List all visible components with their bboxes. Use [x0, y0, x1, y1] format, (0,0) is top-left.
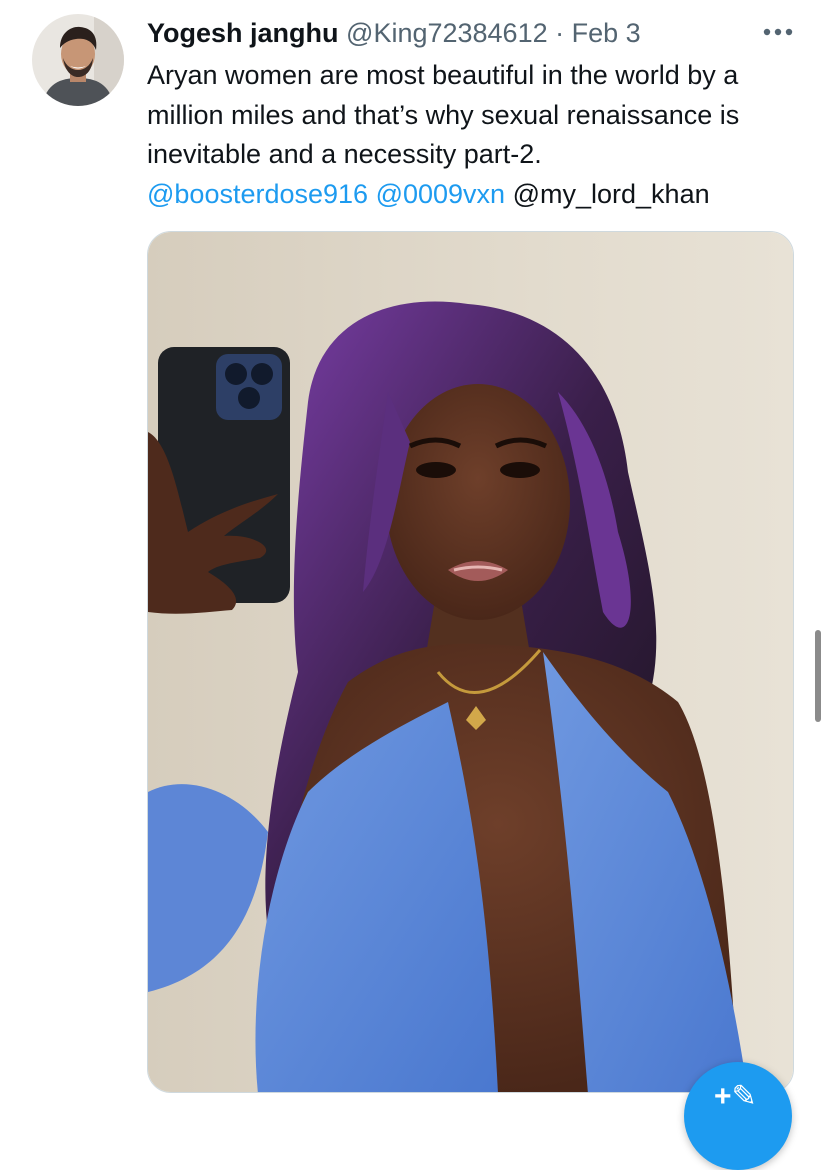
mention-link[interactable]: @my_lord_khan: [513, 179, 710, 209]
tweet-date[interactable]: Feb 3: [572, 18, 641, 48]
scrollbar-thumb[interactable]: [815, 630, 821, 722]
tweet-text-line: Aryan women are most beautiful in the wo…: [147, 60, 739, 90]
mention-link[interactable]: @0009vxn: [376, 179, 506, 209]
author-handle[interactable]: @King72384612: [346, 18, 548, 48]
author-avatar[interactable]: [32, 14, 124, 106]
tweet-header: Yogesh janghu @King72384612 · Feb 3: [147, 14, 708, 54]
more-options-button[interactable]: [758, 16, 798, 48]
tweet-text-line: million miles and that’s why sexual rena…: [147, 99, 740, 130]
author-name[interactable]: Yogesh janghu: [147, 18, 339, 48]
more-horizontal-icon: [763, 28, 793, 36]
compose-tweet-button[interactable]: +✎: [684, 1062, 792, 1170]
tweet-media-photo[interactable]: [147, 231, 794, 1093]
header-separator: ·: [555, 18, 565, 48]
tweet-text-line: inevitable and a necessity part-2.: [147, 139, 542, 169]
media-image: [148, 232, 793, 1092]
compose-tweet-icon: +✎: [714, 1080, 757, 1113]
avatar-photo: [32, 14, 124, 106]
mentions-line: @boosterdose916 @0009vxn @my_lord_khan: [147, 175, 797, 215]
tweet-text: Aryan women are most beautiful in the wo…: [147, 56, 797, 214]
mention-link[interactable]: @boosterdose916: [147, 179, 368, 209]
